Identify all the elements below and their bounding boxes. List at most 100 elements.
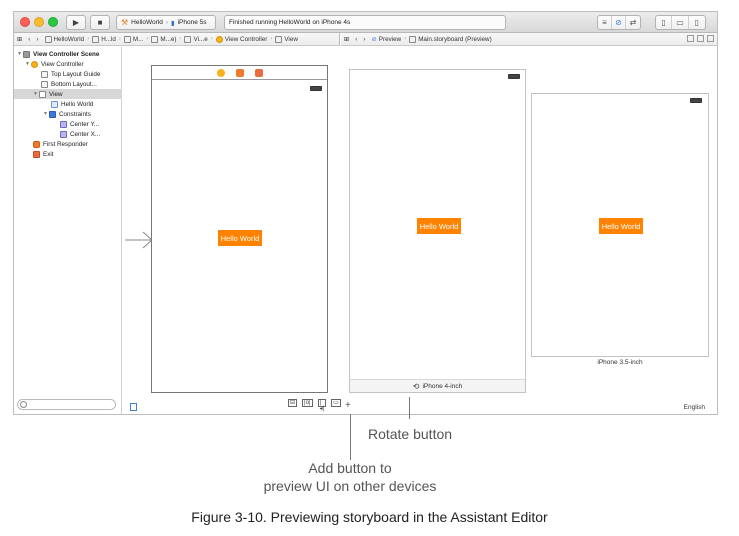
scheme-selector[interactable]: ⚒ HelloWorld › ▮ iPhone 5s [116,15,216,30]
add-callout-line1: Add button to [308,460,392,476]
outline-item-center-x[interactable]: Center X... [14,129,122,139]
storyboard-icon [123,35,131,43]
version-editor-icon[interactable]: ⇄ [626,16,640,29]
jump-item-view[interactable]: View [272,35,301,43]
battery-icon [690,98,702,103]
first-responder-icon[interactable] [235,68,244,77]
resolve-issues-icon[interactable]: |◂| [317,399,327,412]
jump-bar-left: ⊞ ‹ › HelloWorld › H...ld › M... › M...e… [14,33,340,46]
outline-item-first-responder[interactable]: First Responder [14,139,122,149]
folder-icon [92,35,100,43]
outline-item-bottom-layout-guide[interactable]: Bottom Layout... [14,79,122,89]
close-assistant-icon[interactable] [707,35,714,42]
utilities-toggle-icon[interactable]: ▯ [689,16,705,29]
project-icon [44,35,52,43]
view-controller-scene[interactable]: Hello World [151,65,328,393]
view-icon [39,90,46,98]
assistant-preview: Hello World ⟲ iPhone 4-inch Hello World … [341,47,717,414]
run-button[interactable]: ▶ [66,15,86,30]
scheme-app-name: HelloWorld [131,19,163,26]
filter-icon [20,401,27,408]
navigator-toggle-icon[interactable]: ▯ [656,16,673,29]
jump-bar-right: ⊞ ‹ › ⊘ Preview › Main.storyboard (Previe… [341,33,717,46]
editor-mode-control: ≡ ⊘ ⇄ [597,15,641,30]
storyboard-icon [151,35,159,43]
standard-editor-icon[interactable]: ≡ [598,16,612,29]
preview-device-4-inch[interactable]: Hello World [349,69,526,393]
outline-item-exit[interactable]: Exit [14,149,122,159]
related-items-icon[interactable]: ⊞ [14,36,25,43]
app-icon: ⚒ [121,18,129,27]
stop-icon: ■ [97,18,103,27]
first-responder-icon [33,140,40,148]
figure-caption: Figure 3-10. Previewing storyboard in th… [191,509,548,525]
back-button[interactable]: ‹ [25,36,33,43]
storyboard-canvas[interactable]: Hello World ⊟ |o| |◂| ▭ [123,47,341,414]
outline-item-top-layout-guide[interactable]: Top Layout Guide [14,69,122,79]
exit-icon[interactable] [254,68,263,77]
battery-icon [508,74,520,79]
device-name-4-inch: iPhone 4-inch [422,382,463,390]
device-name-3-5-inch: iPhone 3.5-inch [597,359,643,366]
outline-item-view[interactable]: ▼ View [14,89,122,99]
canvas-layout-tools: ⊟ |o| |◂| ▭ [288,399,341,412]
view-toggle-control: ▯ ▭ ▯ [655,15,706,30]
hello-world-label: Hello World [417,218,461,234]
rotate-bar[interactable]: ⟲ iPhone 4-inch [349,379,526,393]
outline-item-constraints[interactable]: ▼ Constraints [14,109,122,119]
layout-guide-icon [41,80,48,88]
stop-button[interactable]: ■ [90,15,110,30]
hello-world-label[interactable]: Hello World [218,230,262,246]
outline-item-view-controller[interactable]: ▼ View Controller [14,59,122,69]
close-window-button[interactable] [20,17,30,27]
constraints-icon [49,110,56,118]
jump-item-view-controller[interactable]: View Controller [213,35,271,43]
constraint-icon [60,130,67,138]
jump-item-preview-file[interactable]: Main.storyboard (Preview) [406,35,495,43]
add-device-button[interactable]: + [345,401,351,411]
battery-icon [310,86,322,91]
device-icon: ▮ [171,19,175,27]
scene-dock [152,66,327,80]
outline-filter-field[interactable] [17,399,116,410]
scheme-chevron-icon: › [165,19,169,26]
layout-guide-icon [41,70,48,78]
related-items-icon[interactable]: ⊞ [341,36,352,43]
activity-status: Finished running HelloWorld on iPhone 4s [224,15,506,30]
jump-item-project[interactable]: HelloWorld [42,35,88,43]
forward-button[interactable]: › [33,36,41,43]
preview-device-3-5-inch[interactable]: Hello World [531,93,709,357]
rotate-callout-text: Rotate button [367,426,453,442]
jump-item-storyboard-base[interactable]: M...e) [148,35,179,43]
storyboard-icon [409,35,417,43]
preview-mode-selector[interactable]: ⊘ Preview [369,36,405,43]
outline-item-hello-label[interactable]: Hello World [14,99,122,109]
jump-item-folder[interactable]: H...ld [89,35,119,43]
add-assistant-icon[interactable] [697,35,704,42]
preview-icon: ⊘ [371,35,377,43]
forward-button[interactable]: › [360,36,368,43]
rotate-callout-line [409,397,410,419]
align-icon[interactable]: ⊟ [288,399,298,407]
view-controller-icon[interactable] [216,68,225,77]
view-icon [275,35,283,43]
language-selector[interactable]: English [684,404,705,411]
outline-item-scene[interactable]: ▼ View Controller Scene [14,49,122,59]
resizing-icon[interactable]: ▭ [331,399,341,407]
pin-icon[interactable]: |o| [302,399,313,407]
debug-area-toggle-icon[interactable]: ▭ [672,16,689,29]
minimize-window-button[interactable] [34,17,44,27]
outline-item-center-y[interactable]: Center Y... [14,119,122,129]
toolbar: ▶ ■ ⚒ HelloWorld › ▮ iPhone 5s Finished … [14,12,717,33]
show-outline-toggle[interactable] [130,403,137,411]
hello-world-label: Hello World [599,218,643,234]
rotate-icon[interactable]: ⟲ [413,382,420,391]
assistant-editor-icon[interactable]: ⊘ [612,16,626,29]
lock-icon[interactable] [687,35,694,42]
jump-item-scene[interactable]: Vi...e [181,35,210,43]
view-controller-icon [215,35,223,43]
zoom-window-button[interactable] [48,17,58,27]
add-callout-line [350,414,351,460]
jump-item-storyboard[interactable]: M... [121,35,147,43]
back-button[interactable]: ‹ [352,36,360,43]
